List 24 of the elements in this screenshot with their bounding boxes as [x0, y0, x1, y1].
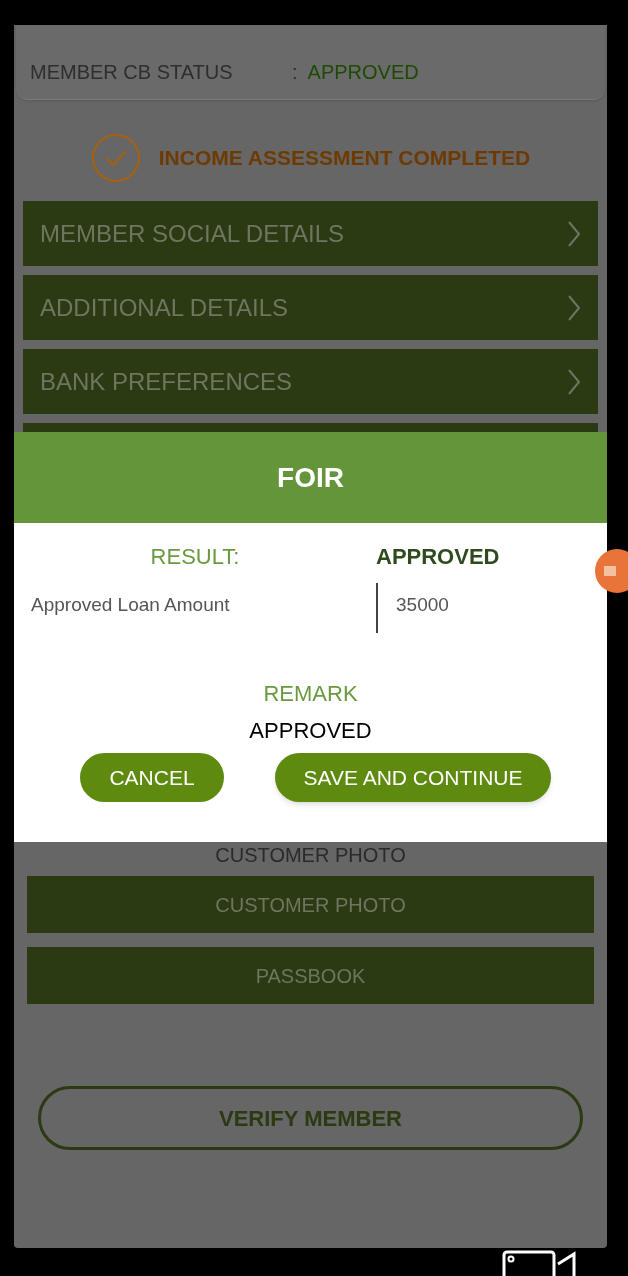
chevron-right-icon — [567, 293, 581, 322]
section-row[interactable]: ADDITIONAL DETAILS — [23, 275, 598, 340]
section-heading: CUSTOMER PHOTO — [215, 843, 406, 868]
chevron-right-icon — [567, 219, 581, 248]
result-value: APPROVED — [376, 542, 500, 571]
screen-record-icon[interactable] — [502, 1250, 576, 1276]
upload-button[interactable]: CUSTOMER PHOTO — [27, 876, 594, 933]
section-row[interactable]: MEMBER SOCIAL DETAILS — [23, 201, 598, 266]
verify-member-button[interactable]: VERIFY MEMBER — [38, 1086, 583, 1150]
dialog-title: FOIR — [277, 460, 344, 495]
cancel-button[interactable]: CANCEL — [80, 753, 224, 802]
result-label: RESULT: — [149, 542, 241, 571]
loan-amount-label: Approved Loan Amount — [30, 593, 231, 617]
chevron-right-icon — [567, 367, 581, 396]
info-value: APPROVED — [307, 60, 419, 85]
info-separator: : — [292, 60, 298, 85]
upload-button[interactable]: PASSBOOK — [27, 947, 594, 1004]
section-row[interactable]: BANK PREFERENCES — [23, 349, 598, 414]
remark-value: APPROVED — [249, 717, 372, 745]
floating-bubble-icon[interactable] — [594, 548, 628, 594]
info-label: MEMBER CB STATUS — [30, 60, 234, 85]
remark-label: REMARK — [263, 680, 358, 708]
status-text: INCOME ASSESSMENT COMPLETED — [158, 145, 531, 172]
save-button[interactable]: SAVE AND CONTINUE — [275, 753, 551, 802]
